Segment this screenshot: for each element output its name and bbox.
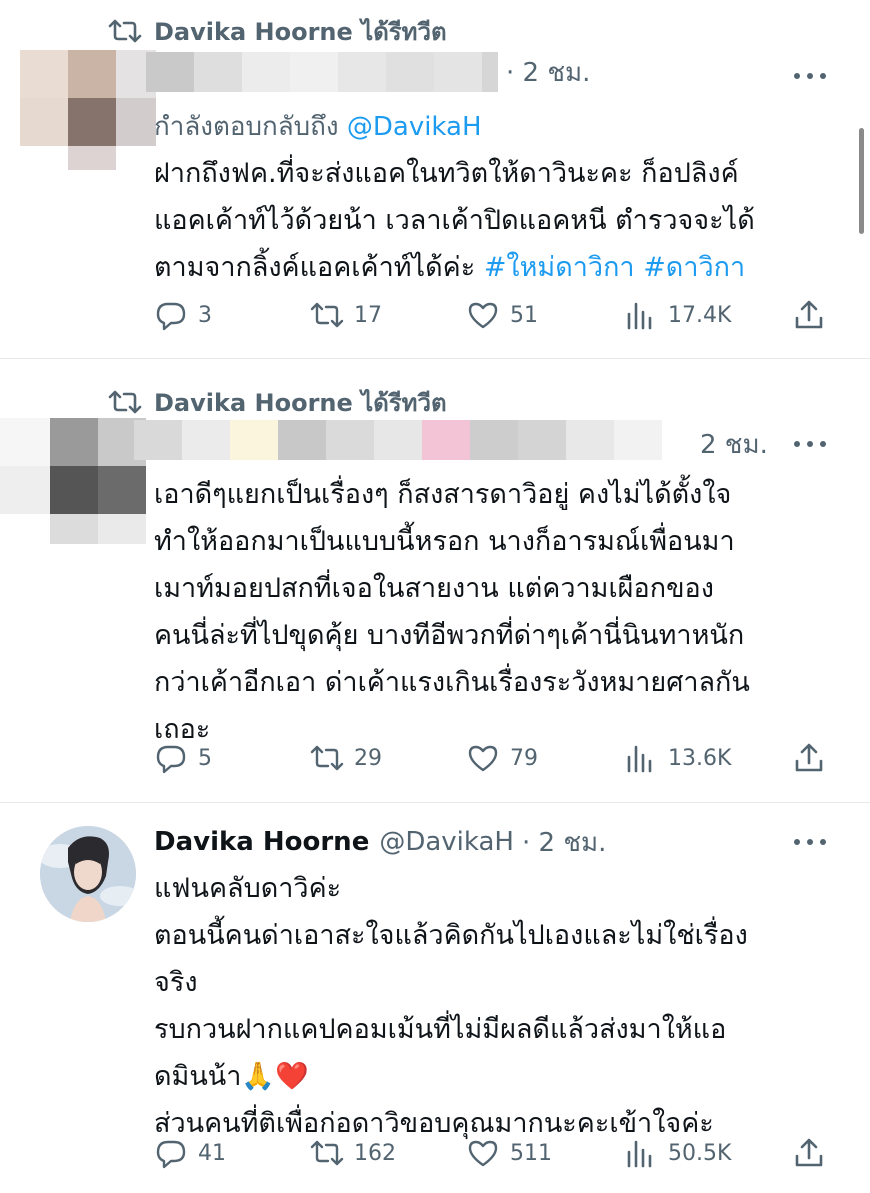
heart-icon bbox=[468, 1140, 498, 1167]
reply-icon bbox=[156, 745, 186, 774]
retweet-icon bbox=[310, 1140, 344, 1166]
tweet-line: แฟนคลับดาวิค่ะ bbox=[154, 873, 342, 904]
retweet-button[interactable]: 29 bbox=[310, 738, 382, 778]
handle[interactable]: @DavikaH bbox=[379, 827, 514, 857]
retweet-indicator: Davika Hoorne ได้รีทวีต bbox=[108, 385, 447, 419]
views-count: 17.4K bbox=[668, 302, 732, 328]
views-icon bbox=[627, 745, 652, 773]
tweet-actions: 41 162 511 50.5K bbox=[154, 1133, 834, 1173]
scrollbar[interactable] bbox=[859, 128, 864, 234]
reply-button[interactable]: 41 bbox=[154, 1133, 226, 1173]
reply-icon bbox=[156, 1140, 186, 1169]
like-button[interactable]: 79 bbox=[466, 738, 538, 778]
like-button[interactable]: 511 bbox=[466, 1133, 552, 1173]
tweet-meta: 2 ชม. bbox=[700, 424, 768, 464]
views-count: 50.5K bbox=[668, 1140, 732, 1166]
views-button[interactable]: 17.4K bbox=[624, 295, 731, 335]
heart-icon bbox=[468, 745, 498, 772]
tweet-line: ตอนนี้คนด่าเอาสะใจแล้วคิดกันไปเองและไม่ใ… bbox=[154, 920, 748, 998]
tweet-meta: · 2 ชม. bbox=[506, 52, 590, 92]
timestamp[interactable]: · 2 ชม. bbox=[522, 822, 606, 863]
tweet-actions: 3 17 51 17.4K bbox=[154, 295, 834, 335]
views-icon bbox=[627, 1140, 652, 1168]
share-button[interactable] bbox=[792, 1133, 836, 1173]
timestamp[interactable]: · 2 ชม. bbox=[506, 52, 590, 93]
share-icon bbox=[795, 1138, 823, 1167]
tweet-text: แฟนคลับดาวิค่ะ ตอนนี้คนด่าเอาสะใจแล้วคิด… bbox=[154, 865, 844, 1147]
retweet-icon bbox=[108, 390, 142, 414]
retweet-icon bbox=[310, 745, 344, 771]
retweet-icon bbox=[310, 302, 344, 328]
views-count: 13.6K bbox=[668, 745, 732, 771]
retweet-button[interactable]: 17 bbox=[310, 295, 382, 335]
display-name[interactable]: Davika Hoorne bbox=[154, 827, 369, 857]
heart-icon bbox=[468, 302, 498, 329]
tweet-meta: Davika Hoorne @DavikaH · 2 ชม. bbox=[154, 822, 606, 862]
emoji: 🙏❤️ bbox=[241, 1061, 309, 1092]
reply-button[interactable]: 5 bbox=[154, 738, 212, 778]
more-options-icon[interactable] bbox=[794, 71, 826, 81]
reply-icon bbox=[156, 302, 186, 331]
blurred-username bbox=[146, 52, 498, 92]
tweet-actions: 5 29 79 13.6K bbox=[154, 738, 834, 778]
views-button[interactable]: 13.6K bbox=[624, 738, 731, 778]
more-options-icon[interactable] bbox=[794, 439, 826, 449]
tweet-text: เอาดีๆแยกเป็นเรื่องๆ ก็สงสารดาวิอยู่ คงไ… bbox=[154, 479, 750, 745]
retweet-count: 17 bbox=[354, 302, 382, 328]
reply-count: 3 bbox=[198, 302, 212, 328]
like-count: 79 bbox=[510, 745, 538, 771]
like-count: 51 bbox=[510, 302, 538, 328]
reply-count: 5 bbox=[198, 745, 212, 771]
avatar[interactable] bbox=[20, 50, 156, 170]
divider bbox=[0, 802, 870, 803]
retweet-label: Davika Hoorne ได้รีทวีต bbox=[154, 388, 447, 417]
like-button[interactable]: 51 bbox=[466, 295, 538, 335]
retweet-label: Davika Hoorne ได้รีทวีต bbox=[154, 17, 447, 46]
like-count: 511 bbox=[510, 1140, 552, 1166]
replying-to: กำลังตอบกลับถึง @DavikaH bbox=[154, 106, 482, 147]
tweet-text: ฝากถึงฟค.ที่จะส่งแอคในทวิตให้ดาวินะคะ ก็… bbox=[154, 150, 844, 291]
tweet-line: รบกวนฝากแคปคอมเม้นที่ไม่มีผลดีแล้วส่งมาใ… bbox=[154, 1014, 727, 1092]
share-button[interactable] bbox=[792, 295, 836, 335]
profile-photo bbox=[40, 826, 136, 922]
retweet-count: 29 bbox=[354, 745, 382, 771]
avatar[interactable] bbox=[40, 826, 136, 922]
more-options-icon[interactable] bbox=[794, 837, 826, 847]
avatar[interactable] bbox=[0, 418, 146, 544]
retweet-indicator: Davika Hoorne ได้รีทวีต bbox=[108, 14, 447, 48]
share-button[interactable] bbox=[792, 738, 836, 778]
retweet-count: 162 bbox=[354, 1140, 396, 1166]
divider bbox=[0, 358, 870, 359]
reply-count: 41 bbox=[198, 1140, 226, 1166]
views-icon bbox=[627, 302, 652, 330]
reply-button[interactable]: 3 bbox=[154, 295, 212, 335]
replying-prefix: กำลังตอบกลับถึง bbox=[154, 112, 339, 142]
retweet-button[interactable]: 162 bbox=[310, 1133, 396, 1173]
blurred-username bbox=[134, 420, 662, 460]
replying-handle-link[interactable]: @DavikaH bbox=[347, 112, 482, 142]
share-icon bbox=[795, 300, 823, 329]
share-icon bbox=[795, 743, 823, 772]
timestamp[interactable]: 2 ชม. bbox=[700, 424, 768, 465]
views-button[interactable]: 50.5K bbox=[624, 1133, 731, 1173]
hashtag-link[interactable]: #ดาวิกา bbox=[643, 252, 745, 283]
retweet-icon bbox=[108, 19, 142, 43]
hashtag-link[interactable]: #ใหม่ดาวิกา bbox=[484, 252, 635, 283]
